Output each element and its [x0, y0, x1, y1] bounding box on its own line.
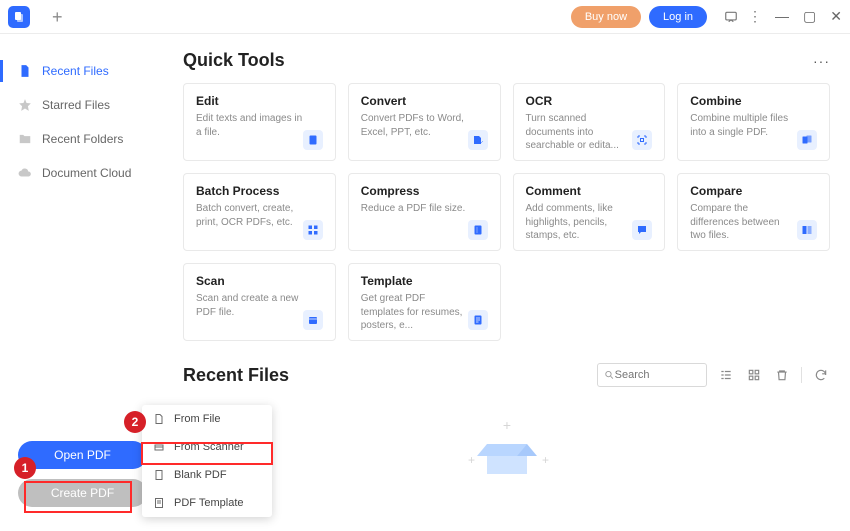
combine-icon	[797, 130, 817, 150]
new-tab-button[interactable]: +	[52, 8, 63, 26]
quick-tools-grid: Edit Edit texts and images in a file. Co…	[183, 83, 830, 341]
tool-title: Scan	[196, 274, 303, 288]
log-in-button[interactable]: Log in	[649, 6, 707, 28]
tool-card-comment[interactable]: Comment Add comments, like highlights, p…	[513, 173, 666, 251]
tool-card-compare[interactable]: Compare Compare the differences between …	[677, 173, 830, 251]
sidebar-item-starred-files[interactable]: Starred Files	[0, 88, 165, 122]
tool-title: Compare	[690, 184, 797, 198]
template-outline-icon	[152, 496, 166, 510]
star-icon	[18, 98, 32, 112]
menu-item-label: From Scanner	[174, 441, 244, 453]
empty-state: + + +	[183, 391, 830, 511]
feedback-icon[interactable]	[719, 5, 743, 29]
tool-title: Template	[361, 274, 468, 288]
tool-desc: Get great PDF templates for resumes, pos…	[361, 292, 468, 333]
sidebar-item-label: Starred Files	[42, 98, 110, 112]
tool-card-template[interactable]: Template Get great PDF templates for res…	[348, 263, 501, 341]
quick-tools-title: Quick Tools	[183, 50, 285, 71]
maximize-button[interactable]: ▢	[803, 8, 816, 25]
tool-desc: Convert PDFs to Word, Excel, PPT, etc.	[361, 112, 468, 139]
kebab-menu-icon[interactable]: ⋮	[743, 5, 767, 29]
list-view-icon[interactable]	[717, 366, 735, 384]
search-icon	[604, 369, 615, 381]
tool-title: Batch Process	[196, 184, 303, 198]
tool-title: Compress	[361, 184, 468, 198]
separator	[801, 367, 802, 383]
tool-card-ocr[interactable]: OCR Turn scanned documents into searchab…	[513, 83, 666, 161]
svg-text:+: +	[468, 453, 475, 467]
comment-icon	[632, 220, 652, 240]
create-menu-from-scanner[interactable]: From Scanner	[142, 433, 272, 461]
svg-text:+: +	[502, 417, 510, 433]
sidebar-item-label: Recent Files	[42, 64, 109, 78]
title-bar: + Buy now Log in ⋮ — ▢ ✕	[0, 0, 850, 34]
tool-desc: Add comments, like highlights, pencils, …	[526, 202, 633, 243]
tool-title: Convert	[361, 94, 468, 108]
window-controls: — ▢ ✕	[775, 8, 842, 25]
tool-card-combine[interactable]: Combine Combine multiple files into a si…	[677, 83, 830, 161]
sidebar-item-label: Document Cloud	[42, 166, 131, 180]
search-input[interactable]	[615, 369, 700, 381]
blank-page-icon	[152, 468, 166, 482]
create-menu-pdf-template[interactable]: PDF Template	[142, 489, 272, 517]
menu-item-label: PDF Template	[174, 497, 244, 509]
buy-now-button[interactable]: Buy now	[571, 6, 641, 28]
tool-title: Combine	[690, 94, 797, 108]
sidebar-item-document-cloud[interactable]: Document Cloud	[0, 156, 165, 190]
sidebar-item-label: Recent Folders	[42, 132, 123, 146]
compare-icon	[797, 220, 817, 240]
open-pdf-button[interactable]: Open PDF	[18, 441, 147, 469]
tool-card-convert[interactable]: Convert Convert PDFs to Word, Excel, PPT…	[348, 83, 501, 161]
tool-desc: Scan and create a new PDF file.	[196, 292, 303, 319]
app-logo	[8, 6, 30, 28]
close-button[interactable]: ✕	[830, 8, 842, 25]
batch-icon	[303, 220, 323, 240]
cloud-icon	[18, 166, 32, 180]
create-pdf-menu: From File From Scanner Blank PDF PDF Tem…	[142, 405, 272, 517]
edit-icon	[303, 130, 323, 150]
tool-desc: Edit texts and images in a file.	[196, 112, 303, 139]
grid-view-icon[interactable]	[745, 366, 763, 384]
tool-title: OCR	[526, 94, 633, 108]
tool-desc: Turn scanned documents into searchable o…	[526, 112, 633, 153]
pdf-logo-icon	[13, 11, 25, 23]
tool-card-compress[interactable]: Compress Reduce a PDF file size.	[348, 173, 501, 251]
tool-desc: Combine multiple files into a single PDF…	[690, 112, 797, 139]
folder-icon	[18, 132, 32, 146]
create-menu-blank-pdf[interactable]: Blank PDF	[142, 461, 272, 489]
sidebar-item-recent-files[interactable]: Recent Files	[0, 54, 165, 88]
empty-box-illustration: + + +	[462, 416, 552, 486]
convert-icon	[468, 130, 488, 150]
tool-card-scan[interactable]: Scan Scan and create a new PDF file.	[183, 263, 336, 341]
annotation-number-1: 1	[14, 457, 36, 479]
annotation-number-2: 2	[124, 411, 146, 433]
tool-desc: Compare the differences between two file…	[690, 202, 797, 243]
search-box[interactable]	[597, 363, 707, 387]
svg-text:+: +	[542, 453, 549, 467]
template-icon	[468, 310, 488, 330]
minimize-button[interactable]: —	[775, 8, 789, 25]
tool-title: Edit	[196, 94, 303, 108]
create-pdf-button[interactable]: Create PDF	[18, 479, 147, 507]
menu-item-label: Blank PDF	[174, 469, 227, 481]
file-outline-icon	[152, 412, 166, 426]
menu-item-label: From File	[174, 413, 220, 425]
file-icon	[18, 64, 32, 78]
refresh-icon[interactable]	[812, 366, 830, 384]
recent-files-title: Recent Files	[183, 365, 289, 386]
tool-desc: Reduce a PDF file size.	[361, 202, 468, 216]
delete-icon[interactable]	[773, 366, 791, 384]
create-menu-from-file[interactable]: From File	[142, 405, 272, 433]
ocr-icon	[632, 130, 652, 150]
compress-icon	[468, 220, 488, 240]
sidebar-item-recent-folders[interactable]: Recent Folders	[0, 122, 165, 156]
tool-card-batch-process[interactable]: Batch Process Batch convert, create, pri…	[183, 173, 336, 251]
scan-icon	[303, 310, 323, 330]
more-options-icon[interactable]: ···	[813, 53, 830, 69]
tool-desc: Batch convert, create, print, OCR PDFs, …	[196, 202, 303, 229]
tool-card-edit[interactable]: Edit Edit texts and images in a file.	[183, 83, 336, 161]
tool-title: Comment	[526, 184, 633, 198]
scanner-icon	[152, 440, 166, 454]
